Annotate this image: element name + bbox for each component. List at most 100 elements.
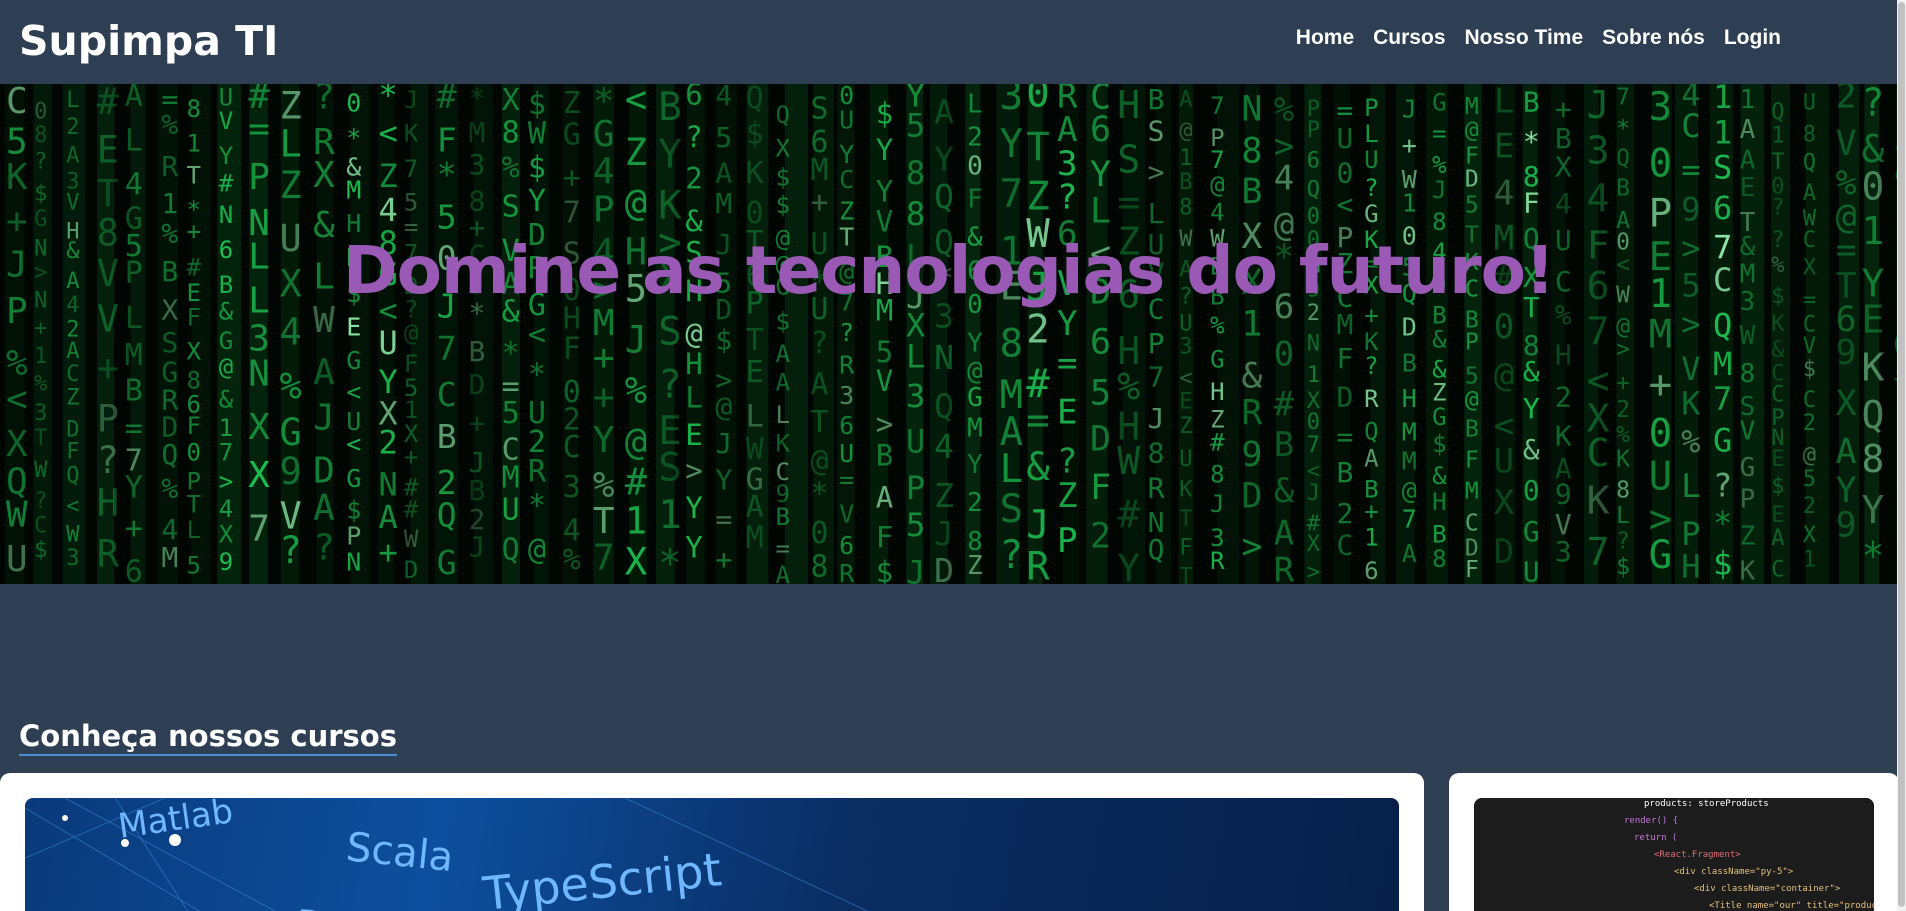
svg-text:F: F (563, 331, 581, 366)
svg-text:+: + (1364, 498, 1378, 526)
course-card[interactable]: Matlab Scala TypeScript Perl (0, 773, 1424, 911)
svg-text:X: X (1836, 384, 1857, 424)
svg-text:H: H (1117, 84, 1140, 127)
svg-text:8: 8 (906, 195, 925, 233)
svg-text:4: 4 (280, 310, 302, 353)
svg-text:X: X (219, 520, 234, 548)
svg-text:0: 0 (1862, 165, 1885, 209)
svg-text:R: R (1364, 385, 1379, 413)
svg-text:G: G (346, 346, 361, 375)
svg-text:0: 0 (187, 438, 201, 466)
svg-text:X: X (502, 84, 520, 118)
svg-text:X: X (1803, 523, 1817, 548)
course-card[interactable]: products: storeProducts render() {return … (1449, 773, 1899, 911)
svg-text:0: 0 (1026, 84, 1049, 117)
svg-text:%: % (563, 543, 581, 578)
svg-text:$: $ (876, 97, 893, 131)
svg-text:@: @ (1402, 476, 1417, 505)
svg-text:Z: Z (1740, 522, 1756, 552)
svg-text:G: G (563, 118, 581, 153)
svg-text:*: * (528, 489, 546, 524)
svg-text:*: * (1523, 126, 1540, 159)
svg-text:M: M (1402, 418, 1417, 447)
svg-text:@: @ (1803, 443, 1816, 468)
svg-text:R: R (839, 351, 855, 380)
svg-text:0: 0 (346, 88, 361, 117)
svg-text:+: + (379, 533, 398, 571)
svg-text:J: J (906, 554, 925, 585)
svg-text:R: R (839, 559, 855, 584)
svg-text:N: N (248, 354, 270, 395)
svg-text:L: L (1090, 192, 1111, 232)
svg-text:W: W (528, 116, 547, 151)
scrollbar[interactable] (1897, 0, 1906, 911)
svg-text:J: J (1402, 94, 1417, 123)
svg-text:S: S (658, 309, 681, 354)
svg-text:5: 5 (715, 121, 732, 154)
svg-text:Q: Q (1364, 418, 1378, 446)
brand-logo[interactable]: Supimpa TI (19, 16, 278, 66)
svg-text:<: < (1494, 406, 1514, 446)
svg-text:K: K (746, 156, 764, 191)
svg-text:?: ? (658, 362, 681, 407)
svg-text:Q: Q (934, 387, 954, 426)
scrollbar-thumb[interactable] (1898, 2, 1905, 907)
svg-text:Y: Y (528, 184, 546, 219)
svg-text:A: A (66, 339, 79, 364)
svg-text:Y: Y (1862, 488, 1885, 532)
svg-text:G: G (34, 207, 47, 232)
svg-text:H: H (1402, 384, 1417, 413)
svg-text:@: @ (715, 390, 732, 423)
svg-text:S: S (658, 446, 681, 491)
svg-text:Y: Y (125, 471, 143, 506)
svg-text:3: 3 (563, 470, 581, 505)
svg-text:P: P (97, 397, 119, 440)
svg-text:U: U (379, 324, 398, 362)
svg-text:T: T (187, 491, 201, 519)
svg-text:P: P (1148, 327, 1165, 360)
svg-text:G: G (1713, 421, 1732, 459)
svg-text:Z: Z (66, 385, 79, 410)
svg-text:H: H (1681, 548, 1700, 584)
svg-text:%: % (1117, 365, 1140, 409)
svg-text:P: P (248, 157, 270, 198)
svg-text:%: % (6, 343, 28, 384)
svg-text:@: @ (625, 420, 647, 463)
svg-text:%: % (502, 150, 520, 185)
svg-text:L: L (685, 381, 702, 415)
nav-nosso-time[interactable]: Nosso Time (1465, 25, 1584, 51)
nav-sobre-nos[interactable]: Sobre nós (1602, 25, 1705, 51)
svg-text:E: E (1179, 390, 1192, 415)
svg-text:U: U (502, 492, 520, 527)
svg-text:Z: Z (1179, 414, 1192, 439)
courses-section-title: Conheça nossos cursos (19, 718, 397, 756)
nav-cursos[interactable]: Cursos (1373, 25, 1445, 51)
svg-text:J: J (313, 397, 335, 438)
svg-text:1: 1 (34, 344, 47, 369)
svg-text:C: C (839, 165, 854, 194)
svg-text:B: B (776, 503, 790, 531)
svg-text:1: 1 (1364, 524, 1378, 552)
svg-text:C: C (1337, 529, 1354, 562)
svg-text:A: A (1402, 539, 1417, 568)
nav-home[interactable]: Home (1296, 25, 1354, 51)
svg-text:K: K (1179, 477, 1193, 502)
svg-text:?: ? (685, 120, 702, 154)
svg-text:1: 1 (1402, 189, 1417, 218)
svg-text:$: $ (1713, 545, 1732, 583)
svg-text:4: 4 (1494, 173, 1514, 213)
svg-text:T: T (593, 501, 615, 542)
svg-text:L: L (906, 338, 925, 376)
svg-text:1: 1 (187, 129, 201, 157)
svg-text:8: 8 (1862, 437, 1885, 481)
svg-text:K: K (1862, 346, 1885, 390)
svg-text:H: H (97, 482, 119, 525)
svg-text:=: = (248, 109, 270, 150)
svg-text:P: P (1364, 94, 1378, 122)
code-line: <div className="py-5"> (1674, 867, 1794, 877)
svg-text:A: A (313, 488, 335, 529)
nav-login[interactable]: Login (1724, 25, 1781, 51)
svg-text:$: $ (876, 555, 893, 584)
svg-text:4: 4 (1210, 199, 1224, 227)
svg-text:@: @ (1179, 119, 1192, 144)
